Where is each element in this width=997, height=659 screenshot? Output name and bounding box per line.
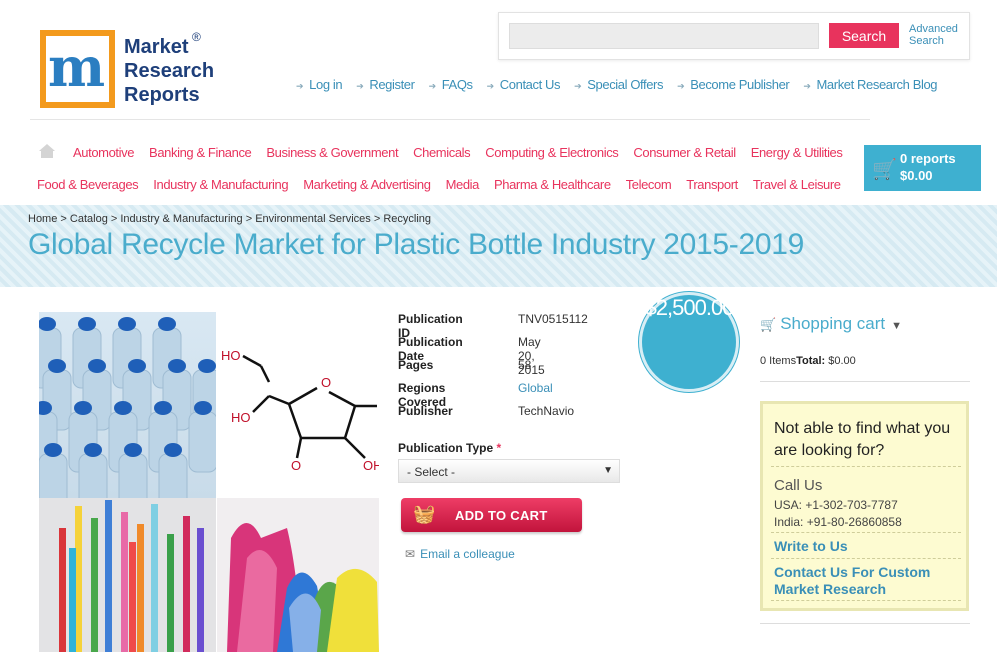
advanced-search-link[interactable]: Advanced Search — [909, 23, 958, 47]
arrow-right-icon: ➔ — [803, 81, 811, 91]
svg-text:O: O — [291, 458, 301, 473]
arrow-right-icon: ➔ — [677, 81, 685, 91]
category-link[interactable]: Computing & Electronics — [485, 145, 619, 160]
breadcrumb-separator: > — [57, 213, 70, 225]
publication-id-value: TNV0515112 — [518, 312, 588, 326]
breadcrumb-link[interactable]: Recycling — [383, 213, 431, 225]
header-cart-button[interactable]: 🛒 0 reports $0.00 — [864, 145, 981, 191]
help-box: Not able to find what you are looking fo… — [760, 401, 969, 611]
breadcrumb-link[interactable]: Home — [28, 213, 57, 225]
email-colleague-link[interactable]: ✉ Email a colleague — [405, 547, 515, 561]
home-icon[interactable] — [38, 143, 56, 159]
arrow-right-icon: ➔ — [486, 81, 495, 91]
cart-total: $0.00 — [900, 168, 933, 183]
regions-link[interactable]: Global — [518, 381, 553, 395]
category-link[interactable]: Consumer & Retail — [633, 145, 736, 160]
breadcrumb-link[interactable]: Catalog — [70, 213, 108, 225]
category-link[interactable]: Automotive — [73, 145, 134, 160]
plastic-bags-image — [217, 498, 379, 652]
dropdown-arrow-icon: ▼ — [603, 465, 613, 476]
svg-text:O: O — [321, 375, 331, 390]
divider — [30, 119, 870, 120]
breadcrumb: Home > Catalog > Industry & Manufacturin… — [28, 213, 431, 225]
pages-value: 58 — [518, 358, 532, 372]
breadcrumb-link[interactable]: Environmental Services — [255, 213, 371, 225]
page-title: Global Recycle Market for Plastic Bottle… — [28, 228, 805, 261]
arrow-right-icon: ➔ — [428, 81, 437, 91]
breadcrumb-separator: > — [242, 213, 256, 225]
shopping-cart-heading[interactable]: 🛒 Shopping cart ▼ — [760, 314, 902, 334]
category-link[interactable]: Industry & Manufacturing — [153, 177, 288, 192]
cart-report-count: 0 reports — [900, 151, 956, 166]
india-phone: India: +91-80-26860858 — [774, 515, 902, 529]
publication-type-label: Publication Type * — [398, 441, 502, 455]
write-to-us-link[interactable]: Write to Us — [774, 538, 848, 554]
cart-summary: 0 ItemsTotal: $0.00 — [760, 355, 856, 367]
help-heading: Not able to find what you are looking fo… — [774, 420, 951, 459]
top-nav-item[interactable]: ➔ Log in — [296, 77, 343, 92]
category-link[interactable]: Media — [446, 177, 480, 192]
divider — [760, 381, 970, 382]
top-nav-item[interactable]: ➔ Register — [356, 77, 415, 92]
logo-text: Market Research Reports — [124, 36, 215, 106]
category-nav-row2: Food & Beverages Industry & Manufacturing… — [37, 177, 856, 192]
usa-phone: USA: +1-302-703-7787 — [774, 498, 898, 512]
pages-label: Pages — [398, 358, 434, 372]
divider — [760, 623, 970, 624]
category-link[interactable]: Travel & Leisure — [753, 177, 841, 192]
cart-icon: 🛒 — [872, 159, 897, 181]
category-link[interactable]: Marketing & Advertising — [303, 177, 431, 192]
basket-icon: 🧺 — [413, 504, 436, 524]
chemical-structure-image: HO HO O O OH — [217, 312, 379, 498]
water-bottles-image — [39, 312, 222, 515]
arrow-right-icon: ➔ — [356, 81, 364, 91]
svg-text:OH: OH — [363, 458, 379, 473]
call-us-heading: Call Us — [774, 477, 823, 494]
category-link[interactable]: Food & Beverages — [37, 177, 139, 192]
top-nav-item[interactable]: ➔ Market Research Blog — [803, 77, 937, 92]
price-badge: $2,500.00 — [639, 292, 739, 392]
category-link[interactable]: Transport — [686, 177, 738, 192]
custom-research-link[interactable]: Contact Us For Custom Market Research — [774, 564, 964, 598]
category-link[interactable]: Energy & Utilities — [751, 145, 843, 160]
add-to-cart-button[interactable]: 🧺 ADD TO CART — [401, 498, 582, 532]
chevron-down-icon: ▼ — [891, 320, 902, 332]
category-nav-row1: Automotive Banking & Finance Business & Go… — [73, 145, 857, 160]
cart-icon: 🛒 — [760, 317, 777, 332]
registered-mark: ® — [192, 30, 201, 44]
site-logo[interactable]: m Market Research Reports ® — [40, 30, 220, 112]
category-link[interactable]: Telecom — [626, 177, 672, 192]
top-nav-item[interactable]: ➔ Contact Us — [486, 77, 561, 92]
search-button[interactable]: Search — [829, 23, 899, 48]
breadcrumb-separator: > — [370, 213, 384, 225]
top-nav: ➔ Log in ➔ Register ➔ FAQs ➔ Contact Us ➔ Special… — [296, 77, 951, 92]
search-panel: Search Advanced Search — [498, 12, 970, 60]
category-link[interactable]: Business & Government — [266, 145, 398, 160]
add-to-cart-label: ADD TO CART — [455, 508, 548, 523]
category-link[interactable]: Pharma & Healthcare — [494, 177, 611, 192]
svg-text:HO: HO — [231, 410, 251, 425]
publication-type-select[interactable]: - Select - ▼ — [398, 459, 620, 483]
search-input[interactable] — [509, 23, 819, 49]
svg-text:HO: HO — [221, 348, 241, 363]
publisher-label: Publisher — [398, 404, 453, 418]
top-nav-item[interactable]: ➔ FAQs — [429, 77, 473, 92]
publisher-value: TechNavio — [518, 404, 575, 418]
arrow-right-icon: ➔ — [296, 81, 304, 91]
top-nav-item[interactable]: ➔ Become Publisher — [677, 77, 790, 92]
top-nav-item[interactable]: ➔ Special Offers — [574, 77, 663, 92]
envelope-icon: ✉ — [405, 547, 416, 561]
arrow-right-icon: ➔ — [574, 81, 582, 91]
category-link[interactable]: Banking & Finance — [149, 145, 252, 160]
straws-image — [39, 498, 216, 652]
product-image: HO HO O O OH — [39, 312, 379, 652]
breadcrumb-separator: > — [107, 213, 121, 225]
category-link[interactable]: Chemicals — [413, 145, 470, 160]
logo-mark: m — [40, 30, 115, 108]
breadcrumb-link[interactable]: Industry & Manufacturing — [120, 213, 242, 225]
